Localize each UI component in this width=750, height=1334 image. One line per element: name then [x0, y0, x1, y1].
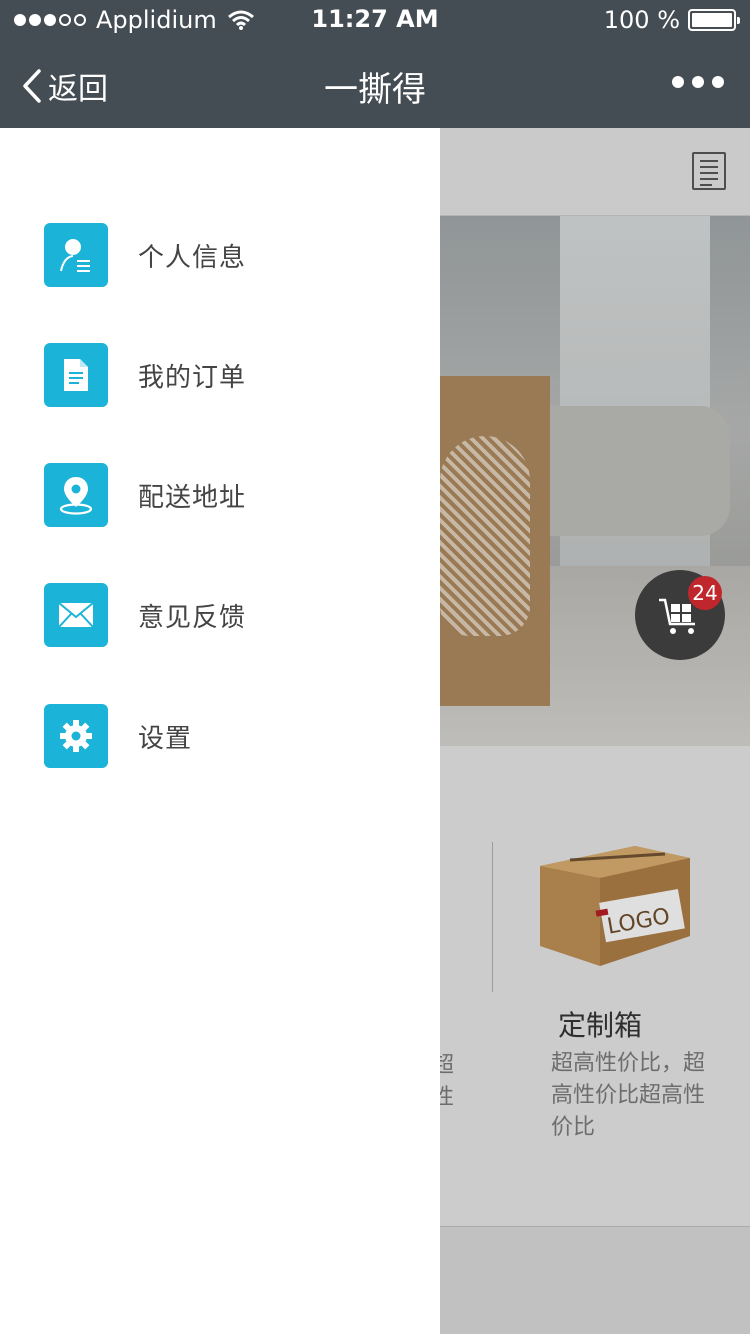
- side-drawer: 个人信息 我的订单 配送地址 意见反馈 设置: [0, 128, 440, 1334]
- battery-status: 100 %: [603, 6, 740, 34]
- menu-label: 意见反馈: [138, 602, 247, 633]
- menu-label: 设置: [138, 723, 193, 754]
- page-title: 一撕得: [324, 70, 426, 110]
- menu-label: 我的订单: [138, 362, 247, 393]
- envelope-icon: [44, 583, 108, 647]
- status-bar: Applidium 11:27 AM 100 %: [0, 0, 750, 40]
- battery-icon: [688, 9, 740, 31]
- more-dot-icon: [672, 76, 684, 88]
- more-dot-icon: [712, 76, 724, 88]
- more-dot-icon: [692, 76, 704, 88]
- menu-label: 个人信息: [138, 242, 247, 273]
- user-profile-icon: [44, 223, 108, 287]
- document-icon: [44, 343, 108, 407]
- menu-item-settings[interactable]: 设置: [44, 704, 404, 768]
- gear-icon: [44, 704, 108, 768]
- menu-item-orders[interactable]: 我的订单: [44, 343, 404, 407]
- menu-item-address[interactable]: 配送地址: [44, 463, 404, 527]
- more-options-button[interactable]: [672, 76, 724, 88]
- cart-count-badge: 24: [688, 576, 722, 610]
- location-pin-icon: [44, 463, 108, 527]
- menu-item-profile[interactable]: 个人信息: [44, 223, 404, 287]
- navigation-bar: 返回 一撕得: [0, 40, 750, 128]
- menu-label: 配送地址: [138, 482, 247, 513]
- battery-percent: 100 %: [603, 6, 680, 34]
- menu-item-feedback[interactable]: 意见反馈: [44, 583, 404, 647]
